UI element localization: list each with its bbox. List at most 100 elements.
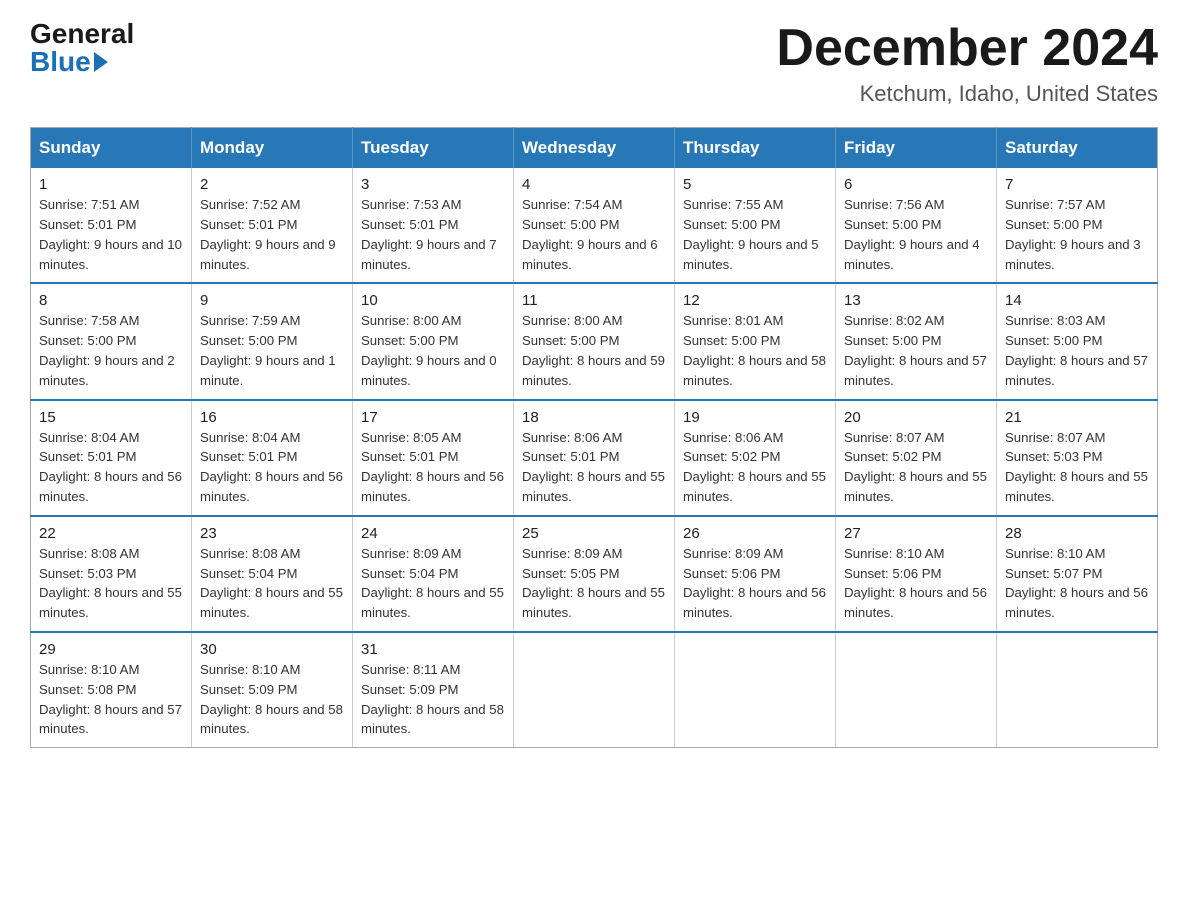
day-number: 2: [200, 176, 344, 193]
day-info: Sunrise: 8:08 AMSunset: 5:04 PMDaylight:…: [200, 546, 343, 620]
day-number: 4: [522, 176, 666, 193]
day-info: Sunrise: 8:06 AMSunset: 5:02 PMDaylight:…: [683, 430, 826, 504]
day-info: Sunrise: 8:09 AMSunset: 5:05 PMDaylight:…: [522, 546, 665, 620]
day-info: Sunrise: 8:09 AMSunset: 5:04 PMDaylight:…: [361, 546, 504, 620]
day-info: Sunrise: 7:57 AMSunset: 5:00 PMDaylight:…: [1005, 197, 1141, 271]
calendar-subtitle: Ketchum, Idaho, United States: [776, 81, 1158, 107]
calendar-cell: 20 Sunrise: 8:07 AMSunset: 5:02 PMDayligh…: [836, 400, 997, 516]
day-info: Sunrise: 7:58 AMSunset: 5:00 PMDaylight:…: [39, 313, 175, 387]
calendar-cell: 5Sunrise: 7:55 AMSunset: 5:00 PMDaylight…: [675, 168, 836, 283]
day-number: 30: [200, 641, 344, 658]
day-info: Sunrise: 7:56 AMSunset: 5:00 PMDaylight:…: [844, 197, 980, 271]
calendar-cell: [514, 632, 675, 748]
calendar-cell: 23Sunrise: 8:08 AMSunset: 5:04 PMDayligh…: [192, 516, 353, 632]
header-saturday: Saturday: [997, 128, 1158, 169]
day-info: Sunrise: 8:09 AMSunset: 5:06 PMDaylight:…: [683, 546, 826, 620]
day-info: Sunrise: 8:06 AMSunset: 5:01 PMDaylight:…: [522, 430, 665, 504]
calendar-table: SundayMondayTuesdayWednesdayThursdayFrid…: [30, 127, 1158, 748]
day-info: Sunrise: 7:54 AMSunset: 5:00 PMDaylight:…: [522, 197, 658, 271]
day-info: Sunrise: 8:03 AMSunset: 5:00 PMDaylight:…: [1005, 313, 1148, 387]
calendar-cell: 6 Sunrise: 7:56 AMSunset: 5:00 PMDaylight…: [836, 168, 997, 283]
calendar-cell: 18Sunrise: 8:06 AMSunset: 5:01 PMDayligh…: [514, 400, 675, 516]
header-sunday: Sunday: [31, 128, 192, 169]
logo-arrow-icon: [94, 52, 108, 72]
logo: General Blue: [30, 20, 134, 76]
day-number: 29: [39, 641, 183, 658]
calendar-cell: [675, 632, 836, 748]
header-tuesday: Tuesday: [353, 128, 514, 169]
day-info: Sunrise: 8:11 AMSunset: 5:09 PMDaylight:…: [361, 662, 504, 736]
calendar-week-row: 29 Sunrise: 8:10 AMSunset: 5:08 PMDayligh…: [31, 632, 1158, 748]
calendar-cell: 13Sunrise: 8:02 AMSunset: 5:00 PMDayligh…: [836, 283, 997, 399]
calendar-week-row: 1Sunrise: 7:51 AMSunset: 5:01 PMDaylight…: [31, 168, 1158, 283]
day-number: 27: [844, 525, 988, 542]
day-info: Sunrise: 8:00 AMSunset: 5:00 PMDaylight:…: [361, 313, 497, 387]
logo-blue-text: Blue: [30, 48, 108, 76]
calendar-cell: 9Sunrise: 7:59 AMSunset: 5:00 PMDaylight…: [192, 283, 353, 399]
day-number: 12: [683, 292, 827, 309]
day-number: 19: [683, 409, 827, 426]
calendar-cell: 22 Sunrise: 8:08 AMSunset: 5:03 PMDayligh…: [31, 516, 192, 632]
day-info: Sunrise: 8:08 AMSunset: 5:03 PMDaylight:…: [39, 546, 182, 620]
calendar-week-row: 8 Sunrise: 7:58 AMSunset: 5:00 PMDaylight…: [31, 283, 1158, 399]
day-info: Sunrise: 8:07 AMSunset: 5:03 PMDaylight:…: [1005, 430, 1148, 504]
day-info: Sunrise: 8:10 AMSunset: 5:07 PMDaylight:…: [1005, 546, 1148, 620]
day-info: Sunrise: 8:10 AMSunset: 5:06 PMDaylight:…: [844, 546, 987, 620]
day-info: Sunrise: 8:00 AMSunset: 5:00 PMDaylight:…: [522, 313, 665, 387]
header-friday: Friday: [836, 128, 997, 169]
calendar-cell: 15Sunrise: 8:04 AMSunset: 5:01 PMDayligh…: [31, 400, 192, 516]
title-block: December 2024 Ketchum, Idaho, United Sta…: [776, 20, 1158, 107]
calendar-cell: [836, 632, 997, 748]
day-number: 28: [1005, 525, 1149, 542]
calendar-cell: 14 Sunrise: 8:03 AMSunset: 5:00 PMDayligh…: [997, 283, 1158, 399]
calendar-cell: 30Sunrise: 8:10 AMSunset: 5:09 PMDayligh…: [192, 632, 353, 748]
calendar-cell: 17Sunrise: 8:05 AMSunset: 5:01 PMDayligh…: [353, 400, 514, 516]
day-number: 16: [200, 409, 344, 426]
calendar-cell: 8 Sunrise: 7:58 AMSunset: 5:00 PMDaylight…: [31, 283, 192, 399]
calendar-cell: [997, 632, 1158, 748]
calendar-cell: 31 Sunrise: 8:11 AMSunset: 5:09 PMDayligh…: [353, 632, 514, 748]
header-monday: Monday: [192, 128, 353, 169]
day-number: 10: [361, 292, 505, 309]
calendar-cell: 29 Sunrise: 8:10 AMSunset: 5:08 PMDayligh…: [31, 632, 192, 748]
day-number: 31: [361, 641, 505, 658]
page-header: General Blue December 2024 Ketchum, Idah…: [30, 20, 1158, 107]
day-number: 8: [39, 292, 183, 309]
day-number: 6: [844, 176, 988, 193]
calendar-title: December 2024: [776, 20, 1158, 77]
calendar-cell: 27 Sunrise: 8:10 AMSunset: 5:06 PMDayligh…: [836, 516, 997, 632]
calendar-cell: 16 Sunrise: 8:04 AMSunset: 5:01 PMDayligh…: [192, 400, 353, 516]
day-number: 14: [1005, 292, 1149, 309]
calendar-cell: 3Sunrise: 7:53 AMSunset: 5:01 PMDaylight…: [353, 168, 514, 283]
calendar-cell: 21 Sunrise: 8:07 AMSunset: 5:03 PMDayligh…: [997, 400, 1158, 516]
logo-general-text: General: [30, 20, 134, 48]
calendar-header-row: SundayMondayTuesdayWednesdayThursdayFrid…: [31, 128, 1158, 169]
calendar-cell: 2 Sunrise: 7:52 AMSunset: 5:01 PMDaylight…: [192, 168, 353, 283]
calendar-cell: 1Sunrise: 7:51 AMSunset: 5:01 PMDaylight…: [31, 168, 192, 283]
day-info: Sunrise: 8:10 AMSunset: 5:08 PMDaylight:…: [39, 662, 182, 736]
calendar-week-row: 22 Sunrise: 8:08 AMSunset: 5:03 PMDayligh…: [31, 516, 1158, 632]
day-info: Sunrise: 7:55 AMSunset: 5:00 PMDaylight:…: [683, 197, 819, 271]
day-number: 9: [200, 292, 344, 309]
calendar-week-row: 15Sunrise: 8:04 AMSunset: 5:01 PMDayligh…: [31, 400, 1158, 516]
day-info: Sunrise: 8:04 AMSunset: 5:01 PMDaylight:…: [200, 430, 343, 504]
day-number: 24: [361, 525, 505, 542]
day-number: 1: [39, 176, 183, 193]
calendar-cell: 19 Sunrise: 8:06 AMSunset: 5:02 PMDayligh…: [675, 400, 836, 516]
day-info: Sunrise: 8:07 AMSunset: 5:02 PMDaylight:…: [844, 430, 987, 504]
day-number: 21: [1005, 409, 1149, 426]
day-number: 25: [522, 525, 666, 542]
calendar-cell: 11 Sunrise: 8:00 AMSunset: 5:00 PMDayligh…: [514, 283, 675, 399]
calendar-cell: 12Sunrise: 8:01 AMSunset: 5:00 PMDayligh…: [675, 283, 836, 399]
day-number: 11: [522, 292, 666, 309]
day-number: 20: [844, 409, 988, 426]
calendar-cell: 25 Sunrise: 8:09 AMSunset: 5:05 PMDayligh…: [514, 516, 675, 632]
day-info: Sunrise: 8:05 AMSunset: 5:01 PMDaylight:…: [361, 430, 504, 504]
calendar-cell: 7 Sunrise: 7:57 AMSunset: 5:00 PMDaylight…: [997, 168, 1158, 283]
calendar-cell: 28 Sunrise: 8:10 AMSunset: 5:07 PMDayligh…: [997, 516, 1158, 632]
day-number: 7: [1005, 176, 1149, 193]
day-number: 22: [39, 525, 183, 542]
day-info: Sunrise: 7:52 AMSunset: 5:01 PMDaylight:…: [200, 197, 336, 271]
day-info: Sunrise: 8:02 AMSunset: 5:00 PMDaylight:…: [844, 313, 987, 387]
header-thursday: Thursday: [675, 128, 836, 169]
